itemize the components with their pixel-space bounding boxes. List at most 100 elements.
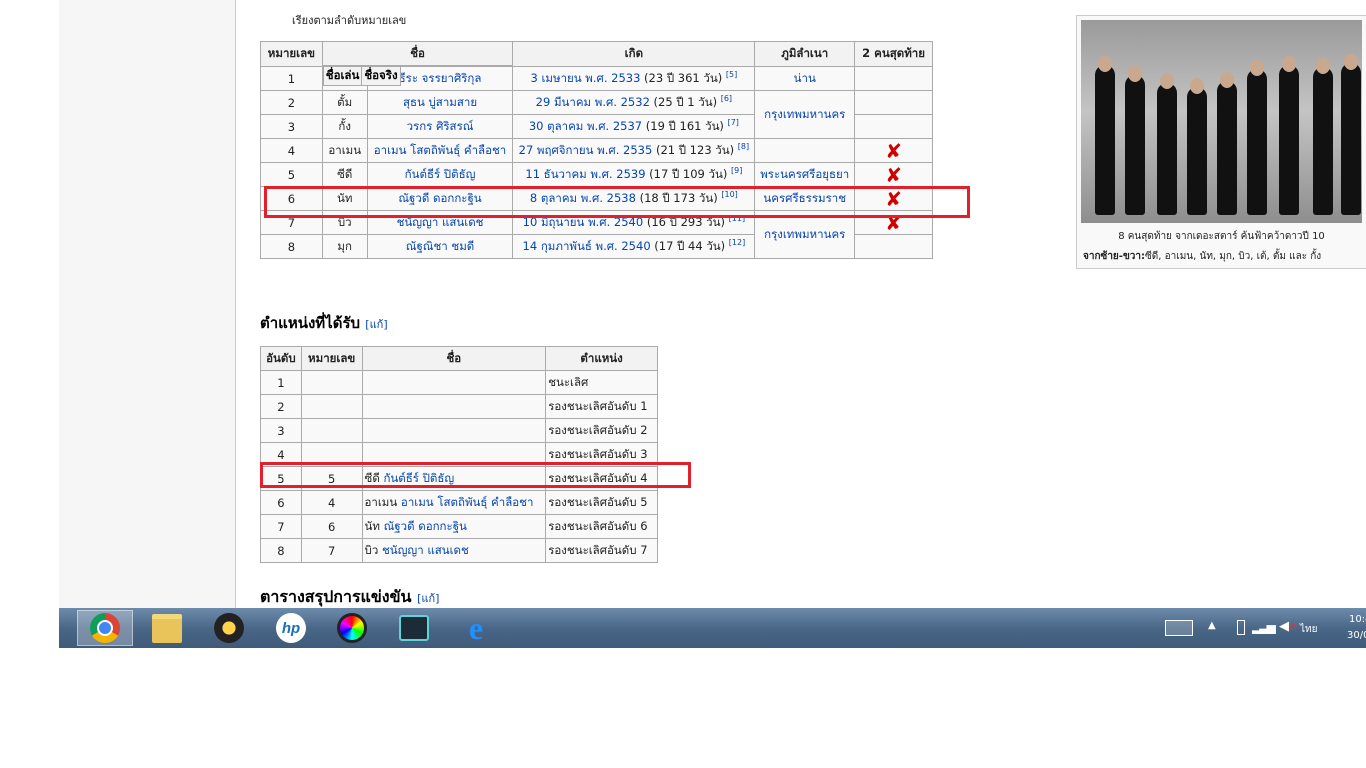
clock-date[interactable]: 30/0 [1347, 630, 1366, 641]
realname-link[interactable]: อาเมน โสตถิพันธุ์ คำลือชา [401, 495, 534, 509]
born-date-link[interactable]: 29 มีนาคม พ.ศ. 2532 [536, 95, 650, 109]
internet-explorer-icon[interactable]: e [448, 610, 504, 646]
cell-position: รองชนะเลิศอันดับ 5 [545, 490, 658, 515]
cell-number [300, 418, 363, 443]
reference-link[interactable]: [12] [729, 238, 745, 247]
born-date-link[interactable]: 11 ธันวาคม พ.ศ. 2539 [525, 167, 645, 181]
reference-link[interactable]: [8] [738, 142, 749, 151]
reference-link[interactable]: [5] [726, 70, 737, 79]
language-indicator[interactable]: ไทย [1300, 622, 1317, 637]
reference-link[interactable]: [7] [728, 118, 739, 127]
cell-position: ชนะเลิศ [545, 370, 658, 395]
age-text: (21 ปี 123 วัน) [652, 142, 738, 157]
realname-link[interactable]: วรกร ศิริสรณ์ [407, 119, 474, 133]
positions-heading: ตำแหน่งที่ได้รับ [แก้] [260, 311, 388, 335]
cell-nickname: มุก [321, 234, 368, 259]
table-row: 6 4 อาเมน อาเมน โสตถิพันธุ์ คำลือชา รองชนะเ… [260, 490, 658, 515]
highlight-box-contestant [264, 186, 970, 218]
cell-number: 1 [260, 66, 323, 91]
realname-link[interactable]: ณัฐวดี ดอกกะฐิน [384, 519, 467, 533]
born-date-link[interactable]: 30 ตุลาคม พ.ศ. 2537 [529, 119, 642, 133]
color-wheel-icon[interactable] [324, 610, 380, 646]
thumbnail-box: 8 คนสุดท้าย จากเดอะสตาร์ ค้นฟ้าคว้าดาวปี… [1076, 15, 1366, 269]
cell-rank: 6 [260, 490, 302, 515]
cell-rank: 2 [260, 394, 302, 419]
cell-number: 8 [260, 234, 323, 259]
cell-nickname: ซีดี [321, 162, 368, 187]
born-date-link[interactable]: 27 พฤศจิกายน พ.ศ. 2535 [519, 143, 653, 157]
col-header-name: ชื่อ [321, 41, 514, 66]
age-text: (19 ปี 161 วัน) [642, 118, 728, 133]
realname-link[interactable]: ณัฐณิชา ชมดี [406, 239, 474, 253]
x-mark-icon: ✘ [885, 162, 902, 187]
col-header-number: หมายเลข [260, 41, 323, 67]
thumbnail-credit: จากซ้าย-ขวา:ซีดี, อาเมน, นัท, มุก, บิว, … [1083, 249, 1321, 264]
cell-nickname: กั้ง [321, 114, 368, 139]
cell-number [300, 370, 363, 395]
content-border [235, 0, 236, 608]
battery-icon[interactable] [1237, 620, 1245, 635]
born-date-link[interactable]: 3 เมษายน พ.ศ. 2533 [531, 71, 641, 85]
cell-number: 4 [300, 490, 363, 515]
table-row: 8 7 บิว ชนัญญา แสนเดช รองชนะเลิศอันดับ 7 [260, 538, 658, 563]
cell-rank: 8 [260, 538, 302, 563]
cell-nickname: อาเมน [364, 494, 401, 509]
realname-link[interactable]: กันต์ธีร์ ปิติธัญ [405, 167, 476, 181]
browser-viewport: เรียงตามลำดับหมายเลข หมายเลข ชื่อ เกิด ภ… [59, 0, 1366, 648]
hometown-link[interactable]: พระนครศรีอยุธยา [760, 167, 849, 181]
volume-muted-icon[interactable]: ◀⊘ [1279, 619, 1297, 634]
col-header-hometown: ภูมิลำเนา [754, 41, 856, 67]
col-header-rank: อันดับ [260, 346, 302, 371]
taskbar: hp e ▲ ▂▃▅ ◀⊘ ไทย 10:4 30/0 [59, 608, 1366, 648]
cell-position: รองชนะเลิศอันดับ 7 [545, 538, 658, 563]
cell-number: 4 [260, 138, 323, 163]
realname-link[interactable]: ชนัญญา แสนเดช [382, 543, 469, 557]
show-hidden-icons-icon[interactable]: ▲ [1208, 620, 1216, 631]
thumbnail-caption: 8 คนสุดท้าย จากเดอะสตาร์ ค้นฟ้าคว้าดาวปี… [1118, 231, 1325, 242]
media-player-icon[interactable] [201, 610, 257, 646]
clock-time[interactable]: 10:4 [1349, 614, 1366, 625]
col-header-number: หมายเลข [300, 346, 363, 371]
cell-number: 2 [260, 90, 323, 115]
realname-link[interactable]: ธีระ จรรยาศิริกุล [399, 71, 482, 85]
cell-position: รองชนะเลิศอันดับ 1 [545, 394, 658, 419]
group-photo[interactable] [1081, 20, 1362, 223]
hp-icon[interactable]: hp [263, 610, 319, 646]
cell-rank: 3 [260, 418, 302, 443]
col-header-position: ตำแหน่ง [545, 346, 658, 371]
born-date-link[interactable]: 14 กุมภาพันธ์ พ.ศ. 2540 [523, 239, 651, 253]
sort-note: เรียงตามลำดับหมายเลข [292, 14, 407, 27]
keyboard-icon[interactable] [1165, 620, 1193, 636]
cell-number: 5 [260, 162, 323, 187]
sidebar-panel [59, 0, 235, 608]
positions-edit-link[interactable]: [แก้] [365, 318, 387, 331]
contestants-table: หมายเลข ชื่อ เกิด ภูมิลำเนา 2 คนสุดท้าย … [260, 41, 933, 259]
hometown-link[interactable]: น่าน [794, 71, 816, 85]
col-header-nickname: ชื่อเล่น [322, 66, 363, 86]
cell-number: 7 [300, 538, 363, 563]
chrome-icon[interactable] [77, 610, 133, 646]
realname-link[interactable]: อาเมน โสตถิพันธุ์ คำลือชา [374, 143, 507, 157]
age-text: (25 ปี 1 วัน) [649, 94, 721, 109]
file-explorer-icon[interactable] [139, 610, 195, 646]
age-text: (17 ปี 109 วัน) [645, 166, 731, 181]
table-row: 5 ซีดี กันต์ธีร์ ปิติธัญ 11 ธันวาคม พ.ศ.… [260, 162, 933, 187]
cell-nickname: บิว [364, 542, 382, 557]
col-header-final-two: 2 คนสุดท้าย [854, 41, 933, 67]
cell-position: รองชนะเลิศอันดับ 2 [545, 418, 658, 443]
hometown-link[interactable]: กรุงเทพมหานคร [764, 107, 845, 121]
cell-rank: 1 [260, 370, 302, 395]
hometown-link[interactable]: กรุงเทพมหานคร [764, 227, 845, 241]
table-row: 7 6 นัท ณัฐวดี ดอกกะฐิน รองชนะเลิศอันดับ 6 [260, 514, 658, 539]
highlight-box-position [260, 462, 691, 488]
network-signal-icon[interactable]: ▂▃▅ [1252, 620, 1276, 634]
col-header-realname: ชื่อจริง [361, 66, 401, 86]
reference-link[interactable]: [9] [731, 166, 742, 175]
table-row: 1 ชนะเลิศ [260, 370, 658, 395]
reference-link[interactable]: [6] [721, 94, 732, 103]
summary-edit-link[interactable]: [แก้] [417, 592, 439, 605]
video-editor-icon[interactable] [386, 610, 442, 646]
credit-text: ซีดี, อาเมน, นัท, มุก, บิว, เต้, ตั้ม แล… [1145, 251, 1322, 262]
realname-link[interactable]: สุธน บู่สามสาย [403, 95, 477, 109]
credit-label: จากซ้าย-ขวา: [1083, 251, 1146, 262]
